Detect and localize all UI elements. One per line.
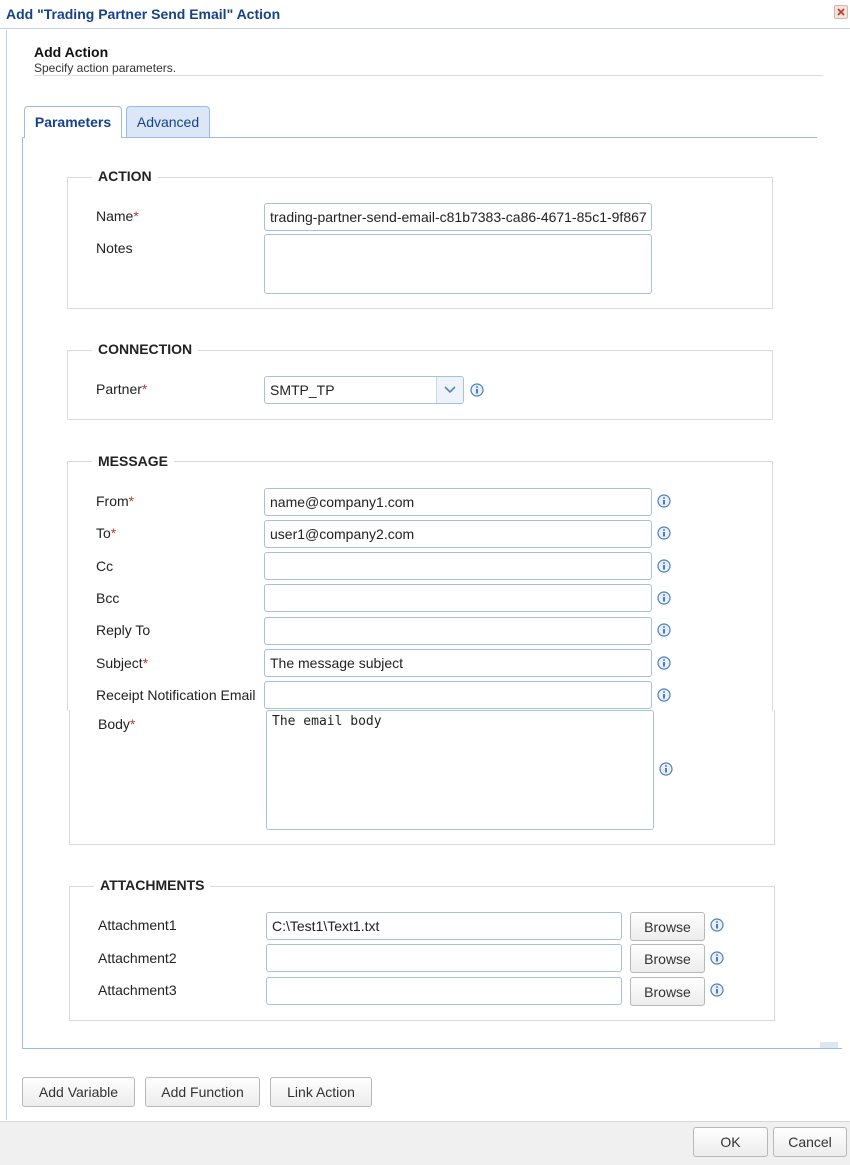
info-icon[interactable] <box>659 762 673 776</box>
page-subtitle: Specify action parameters. <box>34 61 177 75</box>
required-marker: * <box>129 716 136 732</box>
page-title: Add Action <box>34 44 109 60</box>
info-icon[interactable] <box>657 656 671 670</box>
to-input[interactable]: user1@company2.com <box>264 520 652 548</box>
attachment1-label: Attachment1 <box>98 917 177 933</box>
info-icon[interactable] <box>710 983 724 997</box>
chevron-down-icon[interactable] <box>436 377 463 403</box>
partner-label: Partner* <box>96 381 147 397</box>
info-icon[interactable] <box>470 383 484 397</box>
notes-label: Notes <box>96 240 133 256</box>
required-marker: * <box>110 525 117 541</box>
receipt-notification-input[interactable] <box>264 681 652 709</box>
from-label: From* <box>96 493 134 509</box>
required-marker: * <box>142 655 149 671</box>
add-function-button[interactable]: Add Function <box>145 1077 260 1107</box>
reply-to-input[interactable] <box>264 617 652 645</box>
bcc-input[interactable] <box>264 584 652 612</box>
window-title: Add "Trading Partner Send Email" Action <box>6 6 281 22</box>
subject-input[interactable]: The message subject <box>264 649 652 677</box>
receipt-notification-label: Receipt Notification Email <box>96 687 256 703</box>
action-legend: ACTION <box>92 168 158 184</box>
name-label-text: Name <box>96 208 134 224</box>
tab-parameters[interactable]: Parameters <box>24 106 122 138</box>
info-icon[interactable] <box>657 623 671 637</box>
window-titlebar: Add "Trading Partner Send Email" Action <box>0 0 850 29</box>
close-icon[interactable] <box>834 5 848 19</box>
attachments-legend: ATTACHMENTS <box>94 877 211 893</box>
attachment2-label: Attachment2 <box>98 950 177 966</box>
to-label-text: To <box>96 525 111 541</box>
subject-label-text: Subject <box>96 655 143 671</box>
tab-advanced[interactable]: Advanced <box>126 106 210 137</box>
name-label: Name* <box>96 208 139 224</box>
name-input[interactable]: trading-partner-send-email-c81b7383-ca86… <box>264 203 652 231</box>
from-label-text: From <box>96 493 129 509</box>
from-input[interactable]: name@company1.com <box>264 488 652 516</box>
connection-legend: CONNECTION <box>92 341 199 357</box>
ok-button[interactable]: OK <box>693 1127 768 1157</box>
panel-bottom-border <box>22 1048 842 1049</box>
attachment1-browse-button[interactable]: Browse <box>630 912 705 941</box>
required-marker: * <box>133 208 139 224</box>
header-divider <box>34 75 823 76</box>
body-textarea[interactable]: The email body <box>266 710 654 830</box>
scroll-corner <box>820 1042 838 1048</box>
message-legend: MESSAGE <box>92 453 175 469</box>
cc-input[interactable] <box>264 552 652 580</box>
to-label: To* <box>96 525 116 541</box>
cancel-button[interactable]: Cancel <box>773 1127 847 1157</box>
partner-select[interactable]: SMTP_TP <box>264 376 464 404</box>
reply-to-label: Reply To <box>96 622 151 638</box>
info-icon[interactable] <box>657 591 671 605</box>
body-label: Body* <box>98 716 135 732</box>
notes-textarea[interactable] <box>264 234 652 294</box>
attachment2-input[interactable] <box>266 944 622 972</box>
attachment3-label: Attachment3 <box>98 982 177 998</box>
info-icon[interactable] <box>657 559 671 573</box>
bcc-label: Bcc <box>96 590 120 606</box>
partner-select-value: SMTP_TP <box>270 382 335 398</box>
window-left-border <box>6 30 7 1120</box>
attachment3-browse-button[interactable]: Browse <box>630 977 705 1006</box>
required-marker: * <box>141 381 148 397</box>
subject-label: Subject* <box>96 655 148 671</box>
cc-label: Cc <box>96 558 114 574</box>
partner-label-text: Partner <box>96 381 142 397</box>
info-icon[interactable] <box>710 918 724 932</box>
body-label-text: Body <box>98 716 130 732</box>
link-action-button[interactable]: Link Action <box>270 1077 372 1107</box>
info-icon[interactable] <box>657 526 671 540</box>
add-variable-button[interactable]: Add Variable <box>22 1077 135 1107</box>
required-marker: * <box>128 493 135 509</box>
attachment2-browse-button[interactable]: Browse <box>630 944 705 973</box>
info-icon[interactable] <box>657 688 671 702</box>
attachment1-input[interactable]: C:\Test1\Text1.txt <box>266 912 622 940</box>
info-icon[interactable] <box>710 951 724 965</box>
attachment3-input[interactable] <box>266 977 622 1005</box>
info-icon[interactable] <box>657 494 671 508</box>
